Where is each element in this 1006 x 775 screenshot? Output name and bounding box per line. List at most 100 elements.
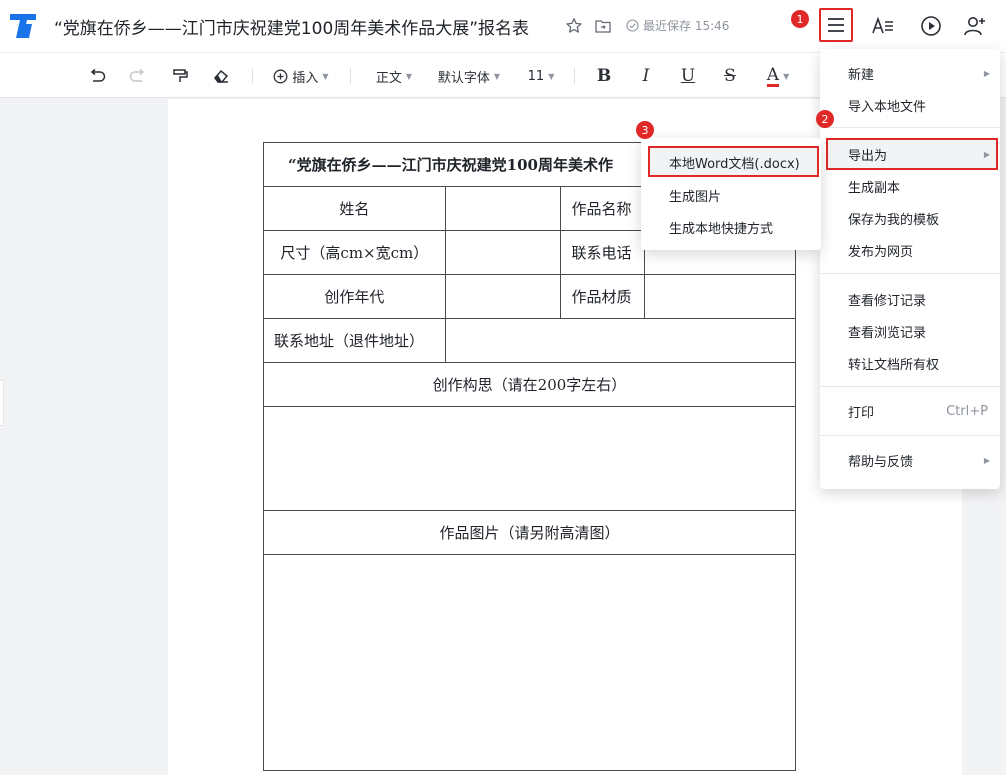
present-button[interactable] bbox=[916, 12, 946, 40]
menu-item-new[interactable]: 新建 ▶ bbox=[820, 57, 1000, 89]
menu-item-views[interactable]: 查看浏览记录 bbox=[820, 315, 1000, 347]
menu-item-label: 导入本地文件 bbox=[848, 99, 927, 115]
year-label[interactable]: 创作年代 bbox=[263, 274, 446, 319]
menu-item-publish[interactable]: 发布为网页 bbox=[820, 234, 1000, 266]
menu-item-label: 导出为 bbox=[848, 148, 888, 164]
menu-divider bbox=[820, 273, 1000, 274]
menu-divider bbox=[820, 127, 1000, 128]
insert-dropdown[interactable]: 插入 ▼ bbox=[270, 62, 332, 90]
italic-button[interactable]: I bbox=[634, 62, 658, 90]
menu-item-label: 新建 bbox=[848, 67, 875, 83]
export-image-item[interactable]: 生成图片 bbox=[641, 179, 821, 211]
document-title[interactable]: “党旗在侨乡——江门市庆祝建党100周年美术作品大展”报名表 bbox=[54, 14, 529, 39]
font-size-value: 11 bbox=[527, 68, 545, 84]
concept-value-cell[interactable] bbox=[263, 406, 796, 511]
add-user-icon bbox=[964, 17, 985, 36]
paragraph-style-value: 正文 bbox=[375, 70, 402, 86]
year-value-cell[interactable] bbox=[444, 274, 562, 319]
caret-down-icon: ▼ bbox=[548, 71, 555, 81]
caret-down-icon: ▼ bbox=[493, 71, 501, 81]
paragraph-style-dropdown[interactable]: 正文 ▼ bbox=[368, 62, 420, 90]
size-label[interactable]: 尺寸（高cm×宽cm） bbox=[263, 230, 446, 275]
text-format-button[interactable] bbox=[868, 12, 898, 40]
menu-item-revisions[interactable]: 查看修订记录 bbox=[820, 283, 1000, 315]
menu-item-label: 生成副本 bbox=[848, 180, 901, 196]
menu-item-help[interactable]: 帮助与反馈 ▶ bbox=[820, 444, 1000, 476]
font-color-button[interactable]: A ▼ bbox=[758, 62, 798, 90]
underline-button[interactable]: U bbox=[676, 62, 700, 90]
clear-format-button[interactable] bbox=[208, 62, 234, 90]
step-badge-2: 2 bbox=[816, 110, 834, 128]
play-circle-icon bbox=[921, 16, 941, 36]
export-shortcut-item[interactable]: 生成本地快捷方式 bbox=[641, 211, 821, 243]
undo-icon bbox=[90, 68, 106, 82]
phone-label[interactable]: 联系电话 bbox=[560, 230, 646, 275]
insert-label: 插入 bbox=[292, 70, 319, 86]
title-bar: “党旗在侨乡——江门市庆祝建党100周年美术作品大展”报名表 最近保存 15:4… bbox=[0, 0, 1006, 52]
export-docx-item[interactable]: 本地Word文档(.docx) bbox=[641, 146, 821, 178]
font-size-dropdown[interactable]: 11 ▼ bbox=[522, 62, 560, 90]
check-circle-icon bbox=[626, 19, 639, 32]
font-format-icon bbox=[872, 16, 893, 34]
save-status-text: 最近保存 15:46 bbox=[643, 19, 730, 33]
menu-item-label: 查看修订记录 bbox=[848, 293, 927, 309]
menu-item-label: 查看浏览记录 bbox=[848, 325, 927, 341]
address-value-cell[interactable] bbox=[444, 318, 797, 363]
side-panel-handle[interactable] bbox=[0, 380, 4, 426]
print-shortcut: Ctrl+P bbox=[946, 403, 988, 419]
menu-item-label: 发布为网页 bbox=[848, 244, 914, 260]
font-color-label: A bbox=[766, 64, 780, 87]
menu-item-label: 打印 bbox=[848, 405, 875, 421]
size-value-cell[interactable] bbox=[444, 230, 562, 275]
concept-label[interactable]: 创作构思（请在200字左右） bbox=[263, 362, 796, 407]
strikethrough-button[interactable]: S bbox=[718, 62, 742, 90]
toolbar-divider bbox=[574, 68, 575, 84]
menu-divider bbox=[820, 386, 1000, 387]
name-value-cell[interactable] bbox=[444, 186, 562, 231]
move-folder-icon[interactable] bbox=[591, 14, 615, 38]
step-badge-3: 3 bbox=[636, 121, 654, 139]
menu-item-save-template[interactable]: 保存为我的模板 bbox=[820, 202, 1000, 234]
plus-circle-icon bbox=[273, 69, 288, 83]
star-icon[interactable] bbox=[562, 14, 586, 38]
picture-value-cell[interactable] bbox=[263, 554, 796, 771]
menu-item-label: 保存为我的模板 bbox=[848, 212, 940, 228]
menu-item-print[interactable]: 打印 Ctrl+P bbox=[820, 395, 1000, 427]
font-family-value: 默认字体 bbox=[437, 70, 490, 86]
menu-item-import[interactable]: 导入本地文件 bbox=[820, 89, 1000, 121]
address-label[interactable]: 联系地址（退件地址） bbox=[263, 318, 446, 363]
eraser-icon bbox=[214, 69, 229, 83]
undo-button[interactable] bbox=[84, 62, 110, 90]
name-label[interactable]: 姓名 bbox=[263, 186, 446, 231]
save-status: 最近保存 15:46 bbox=[626, 17, 729, 34]
chevron-right-icon: ▶ bbox=[983, 68, 990, 78]
add-collaborator-button[interactable] bbox=[960, 12, 990, 40]
material-value-cell[interactable] bbox=[644, 274, 796, 319]
caret-down-icon: ▼ bbox=[783, 71, 790, 81]
chevron-right-icon: ▶ bbox=[983, 149, 990, 159]
chevron-right-icon: ▶ bbox=[983, 455, 990, 465]
menu-item-transfer[interactable]: 转让文档所有权 bbox=[820, 347, 1000, 379]
export-submenu: 本地Word文档(.docx) 生成图片 生成本地快捷方式 bbox=[641, 138, 821, 250]
redo-button[interactable] bbox=[125, 62, 151, 90]
more-menu-button[interactable] bbox=[819, 8, 853, 42]
caret-down-icon: ▼ bbox=[322, 71, 329, 81]
menu-item-copy[interactable]: 生成副本 bbox=[820, 170, 1000, 202]
work-name-label[interactable]: 作品名称 bbox=[560, 186, 646, 231]
app-logo-icon[interactable] bbox=[8, 12, 38, 40]
step-badge-1: 1 bbox=[791, 10, 809, 28]
font-family-dropdown[interactable]: 默认字体 ▼ bbox=[432, 62, 506, 90]
paint-brush-icon bbox=[173, 69, 188, 82]
menu-item-label: 转让文档所有权 bbox=[848, 357, 940, 373]
format-painter-button[interactable] bbox=[167, 62, 193, 90]
toolbar-divider bbox=[350, 68, 351, 84]
picture-label[interactable]: 作品图片（请另附高清图） bbox=[263, 510, 796, 555]
toolbar-divider bbox=[252, 68, 253, 84]
material-label[interactable]: 作品材质 bbox=[560, 274, 646, 319]
more-menu: 新建 ▶ 导入本地文件 导出为 ▶ 生成副本 保存为我的模板 发布为网页 查看修… bbox=[820, 49, 1000, 489]
bold-button[interactable]: B bbox=[592, 62, 616, 90]
menu-item-export[interactable]: 导出为 ▶ bbox=[820, 138, 1000, 170]
menu-divider bbox=[820, 435, 1000, 436]
redo-icon bbox=[129, 68, 145, 82]
caret-down-icon: ▼ bbox=[405, 71, 413, 81]
